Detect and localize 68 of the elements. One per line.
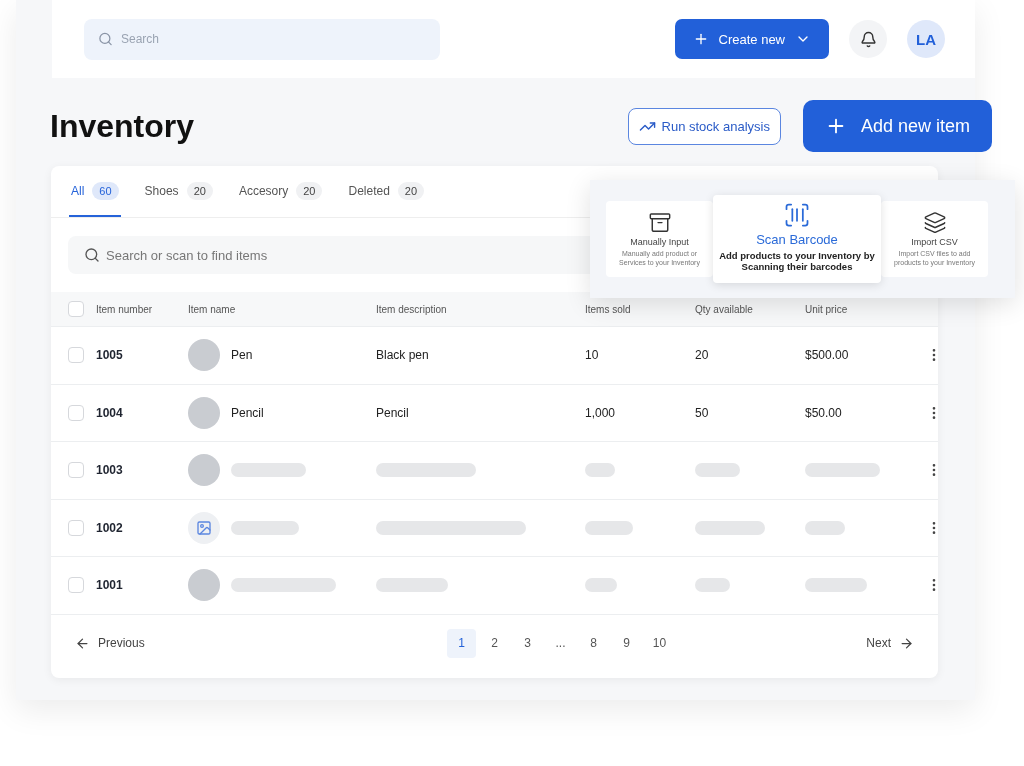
user-avatar[interactable]: LA — [907, 20, 945, 58]
photo-placeholder — [188, 339, 220, 372]
run-stock-analysis-button[interactable]: Run stock analysis — [627, 107, 781, 145]
loading-placeholder — [695, 578, 730, 593]
loading-placeholder — [695, 520, 765, 535]
items-sold: 1,000 — [585, 405, 617, 420]
qty-available: 50 — [695, 405, 710, 420]
notification-button[interactable] — [849, 20, 887, 58]
column-header: Qty available — [695, 303, 754, 315]
items-sold: 10 — [585, 348, 600, 363]
arrow-right-icon — [899, 635, 914, 651]
bell-icon — [859, 30, 877, 48]
photo-placeholder — [188, 454, 220, 487]
item-name: Pencil — [231, 405, 264, 420]
row-checkbox[interactable] — [68, 462, 84, 479]
column-header: Item name — [188, 303, 237, 315]
item-number: 1005 — [96, 348, 124, 363]
select-all-checkbox[interactable] — [68, 301, 84, 317]
barcode-icon — [783, 201, 811, 229]
page-button[interactable]: 10 — [645, 628, 674, 658]
image-icon — [196, 519, 212, 536]
page-button[interactable]: 2 — [480, 628, 509, 658]
loading-placeholder — [695, 463, 740, 478]
unit-price: $500.00 — [805, 348, 850, 363]
row-checkbox[interactable] — [68, 347, 84, 364]
loading-placeholder — [585, 520, 633, 535]
item-number: 1001 — [96, 578, 124, 593]
row-checkbox[interactable] — [68, 404, 84, 421]
item-number: 1002 — [96, 520, 124, 535]
unit-price: $50.00 — [805, 405, 843, 420]
filter-tab[interactable]: Accesory 20 — [236, 166, 325, 217]
filter-tab[interactable]: Shoes 20 — [142, 166, 215, 217]
item-number: 1004 — [96, 405, 124, 420]
column-header: Unit price — [805, 303, 849, 315]
item-description: Pencil — [376, 405, 410, 420]
column-header: Items sold — [585, 303, 632, 315]
filter-tab[interactable]: All 60 — [69, 166, 121, 217]
loading-placeholder — [805, 520, 845, 535]
loading-placeholder — [376, 578, 448, 593]
column-header: Item description — [376, 303, 448, 315]
page-button[interactable]: 3 — [513, 628, 542, 658]
page-button[interactable]: 8 — [579, 628, 608, 658]
qty-available: 20 — [695, 348, 710, 363]
add-option[interactable]: Scan Barcode Add products to your Inventory by Scanning their barcodes — [713, 195, 881, 283]
layers-icon — [922, 211, 947, 235]
create-new-button[interactable]: Create new — [674, 19, 829, 59]
row-checkbox[interactable] — [68, 577, 84, 594]
page-button[interactable]: 9 — [612, 628, 641, 658]
loading-placeholder — [585, 463, 615, 478]
archive-box-icon — [647, 211, 672, 235]
page-button[interactable]: 1 — [447, 628, 476, 658]
photo-placeholder — [188, 569, 220, 602]
loading-placeholder — [585, 578, 617, 593]
page-button[interactable]: ... — [546, 628, 575, 658]
item-description: Black pen — [376, 348, 430, 363]
add-new-item-button[interactable]: Add new item — [802, 100, 992, 152]
loading-placeholder — [231, 520, 299, 535]
item-name: Pen — [231, 348, 253, 363]
row-checkbox[interactable] — [68, 519, 84, 536]
previous-button[interactable]: Previous — [69, 634, 151, 652]
filter-tab[interactable]: Deleted 20 — [346, 166, 427, 217]
page-title: Inventory — [50, 107, 196, 145]
search-field[interactable]: Search — [84, 18, 440, 60]
photo-placeholder — [188, 396, 220, 429]
item-number: 1003 — [96, 463, 124, 478]
next-button[interactable]: Next — [860, 634, 920, 652]
loading-placeholder — [805, 578, 867, 593]
column-header: Item number — [96, 303, 154, 315]
